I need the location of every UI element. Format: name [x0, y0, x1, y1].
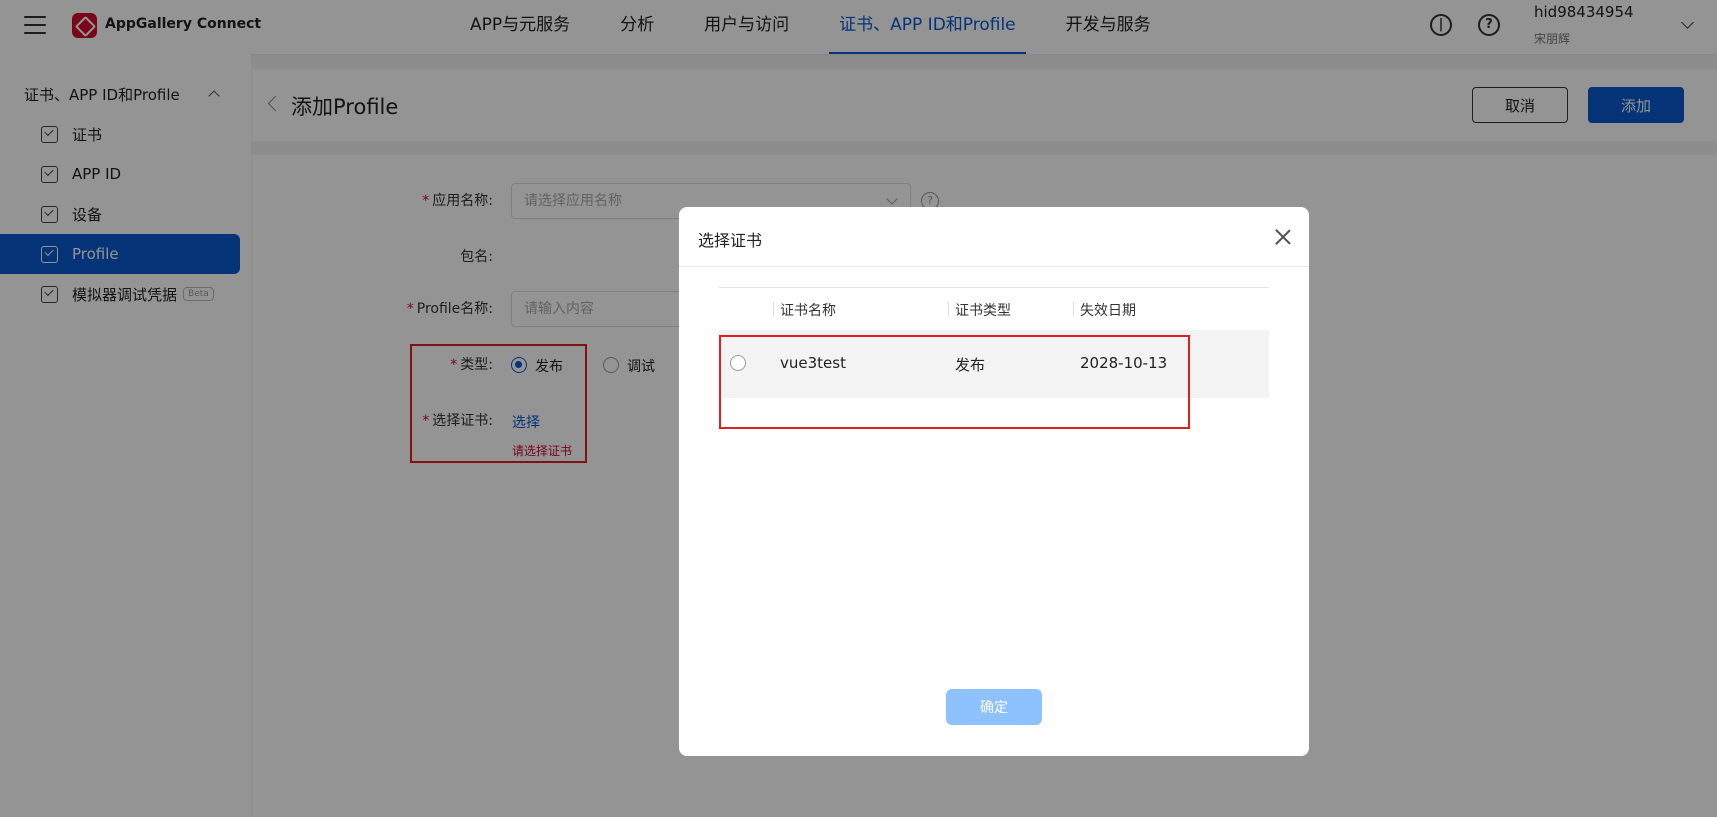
- column-header-expiry: 失效日期: [1080, 303, 1136, 319]
- column-separator: [1073, 302, 1074, 316]
- column-header-cert-name: 证书名称: [780, 303, 836, 319]
- select-certificate-dialog: 选择证书 证书名称 证书类型 失效日期 vue3test 发布 2028-10-…: [679, 207, 1309, 756]
- column-separator: [773, 302, 774, 316]
- column-header-cert-type: 证书类型: [955, 303, 1011, 319]
- confirm-button[interactable]: 确定: [946, 689, 1042, 725]
- dialog-divider: [679, 266, 1309, 267]
- close-icon[interactable]: [1273, 227, 1293, 247]
- table-top-border: [719, 287, 1269, 288]
- annotation-highlight-row: [719, 335, 1190, 429]
- column-separator: [948, 302, 949, 316]
- dialog-title: 选择证书: [698, 231, 763, 250]
